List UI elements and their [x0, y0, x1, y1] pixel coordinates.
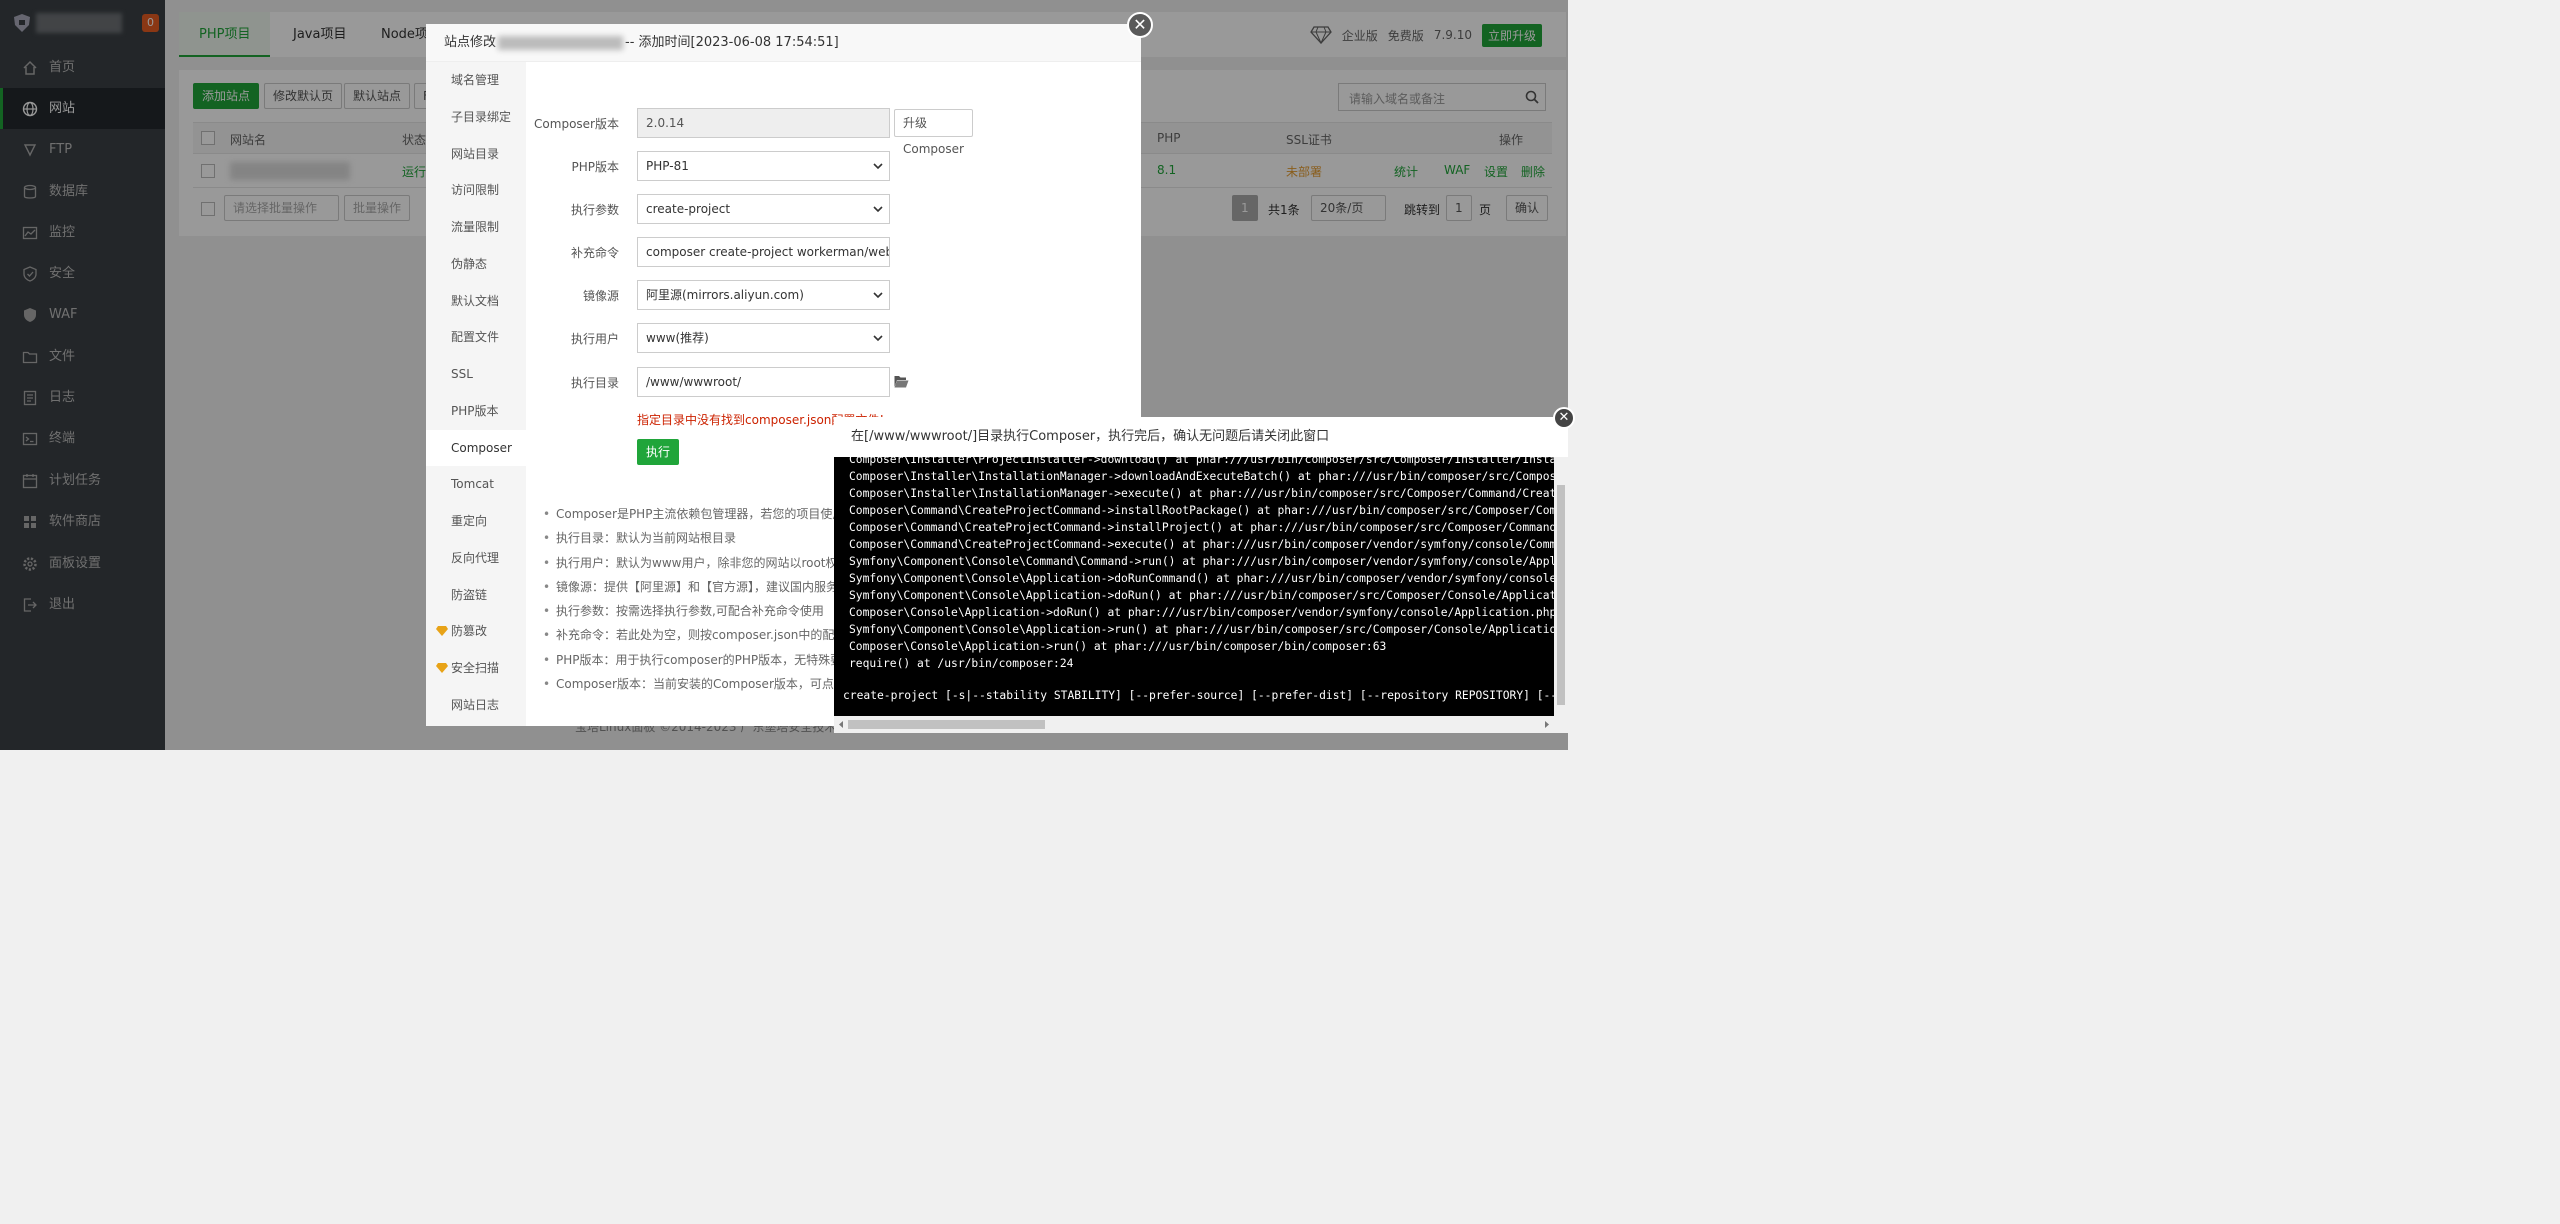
composer-help-notes: Composer是PHP主流依赖包管理器，若您的项目使用Co 执行目录：默认为当… [543, 506, 843, 700]
extra-command-input[interactable]: composer create-project workerman/webman [637, 237, 890, 267]
modal-title-suffix: -- 添加时间[2023-06-08 17:54:51] [625, 35, 839, 50]
menu-hotlink[interactable]: 防盗链 [426, 577, 526, 613]
menu-composer[interactable]: Composer [426, 430, 526, 466]
menu-redirect[interactable]: 重定向 [426, 503, 526, 539]
exec-dir-input[interactable]: /www/wwwroot/ [637, 367, 890, 397]
scroll-right-icon[interactable] [1543, 720, 1551, 729]
chevron-down-icon [873, 335, 883, 342]
menu-reverse-proxy[interactable]: 反向代理 [426, 540, 526, 576]
console-close-button[interactable]: ✕ [1553, 407, 1575, 429]
menu-config-file[interactable]: 配置文件 [426, 319, 526, 355]
exec-user-label: 执行用户 [570, 332, 619, 346]
menu-site-logs[interactable]: 网站日志 [426, 687, 526, 723]
help-note: 执行目录：默认为当前网站根目录 [543, 530, 843, 554]
mirror-value: 阿里源(mirrors.aliyun.com) [646, 288, 804, 302]
upgrade-composer-button[interactable]: 升级Composer [894, 109, 973, 156]
composer-console-window: 在[/www/wwwroot/]目录执行Composer，执行完后，确认无问题后… [834, 417, 1568, 733]
menu-php-version[interactable]: PHP版本 [426, 393, 526, 429]
folder-open-icon[interactable] [894, 375, 909, 388]
menu-label: 安全扫描 [451, 661, 500, 675]
help-note: Composer是PHP主流依赖包管理器，若您的项目使用Co [543, 506, 843, 530]
modal-title-prefix: 站点修改 [444, 35, 497, 50]
help-note: 执行参数：按需选择执行参数,可配合补充命令使用 [543, 603, 843, 627]
menu-tamper-proof[interactable]: 防篡改 [426, 613, 526, 649]
modal-close-button[interactable]: ✕ [1127, 12, 1153, 38]
execute-button[interactable]: 执行 [637, 439, 679, 465]
extra-command-label: 补充命令 [570, 246, 619, 260]
help-note: 镜像源：提供【阿里源】和【官方源】，建议国内服务器 [543, 579, 843, 603]
menu-domain[interactable]: 域名管理 [426, 62, 526, 98]
exec-user-value: www(推荐) [646, 331, 709, 345]
php-version-value: PHP-81 [646, 159, 689, 173]
menu-rewrite[interactable]: 伪静态 [426, 246, 526, 282]
console-log-text: Composer\Installer\ProjectInstaller->dow… [849, 457, 1554, 670]
help-note: PHP版本：用于执行composer的PHP版本，无特殊要求， [543, 652, 843, 676]
menu-access-limit[interactable]: 访问限制 [426, 172, 526, 208]
chevron-down-icon [873, 163, 883, 170]
menu-security-scan[interactable]: 安全扫描 [426, 650, 526, 686]
menu-default-doc[interactable]: 默认文档 [426, 283, 526, 319]
php-version-select[interactable]: PHP-81 [637, 151, 890, 181]
menu-subdir-binding[interactable]: 子目录绑定 [426, 99, 526, 135]
help-note: 执行用户：默认为www用户，除非您的网站以root权限运 [543, 555, 843, 579]
mirror-select[interactable]: 阿里源(mirrors.aliyun.com) [637, 280, 890, 310]
console-output[interactable]: Composer\Installer\ProjectInstaller->dow… [834, 457, 1554, 718]
mirror-label: 镜像源 [582, 289, 619, 303]
menu-ssl[interactable]: SSL [426, 356, 526, 392]
vertical-scroll-thumb[interactable] [1557, 485, 1565, 705]
chevron-down-icon [873, 206, 883, 213]
php-version-label: PHP版本 [571, 160, 620, 174]
exec-args-label: 执行参数 [570, 203, 619, 217]
console-title: 在[/www/wwwroot/]目录执行Composer，执行完后，确认无问题后… [834, 417, 1568, 457]
scroll-left-icon[interactable] [837, 720, 845, 729]
modal-title: 站点修改 -- 添加时间[2023-06-08 17:54:51] [426, 24, 1141, 62]
help-note: Composer版本：当前安装的Composer版本，可点击右侧 [543, 676, 843, 700]
menu-traffic-limit[interactable]: 流量限制 [426, 209, 526, 245]
gem-icon [436, 663, 448, 673]
help-note: 补充命令：若此处为空，则按composer.json中的配置执 [543, 627, 843, 651]
menu-site-dir[interactable]: 网站目录 [426, 136, 526, 172]
gem-icon [436, 626, 448, 636]
exec-args-value: create-project [646, 202, 731, 216]
vertical-scrollbar[interactable] [1554, 457, 1568, 733]
exec-dir-label: 执行目录 [570, 376, 619, 390]
menu-tomcat[interactable]: Tomcat [426, 466, 526, 502]
modal-side-menu: 域名管理 子目录绑定 网站目录 访问限制 流量限制 伪静态 默认文档 配置文件 … [426, 62, 526, 726]
composer-version-label: Composer版本 [534, 117, 619, 131]
exec-user-select[interactable]: www(推荐) [637, 323, 890, 353]
chevron-down-icon [873, 292, 883, 299]
menu-label: 防篡改 [451, 624, 488, 638]
site-name-blurred [498, 35, 624, 50]
horizontal-scrollbar[interactable] [834, 716, 1554, 733]
horizontal-scroll-thumb[interactable] [848, 720, 1045, 729]
exec-args-select[interactable]: create-project [637, 194, 890, 224]
console-usage-line: create-project [-s|--stability STABILITY… [843, 689, 1554, 702]
composer-version-field: 2.0.14 [637, 108, 890, 138]
